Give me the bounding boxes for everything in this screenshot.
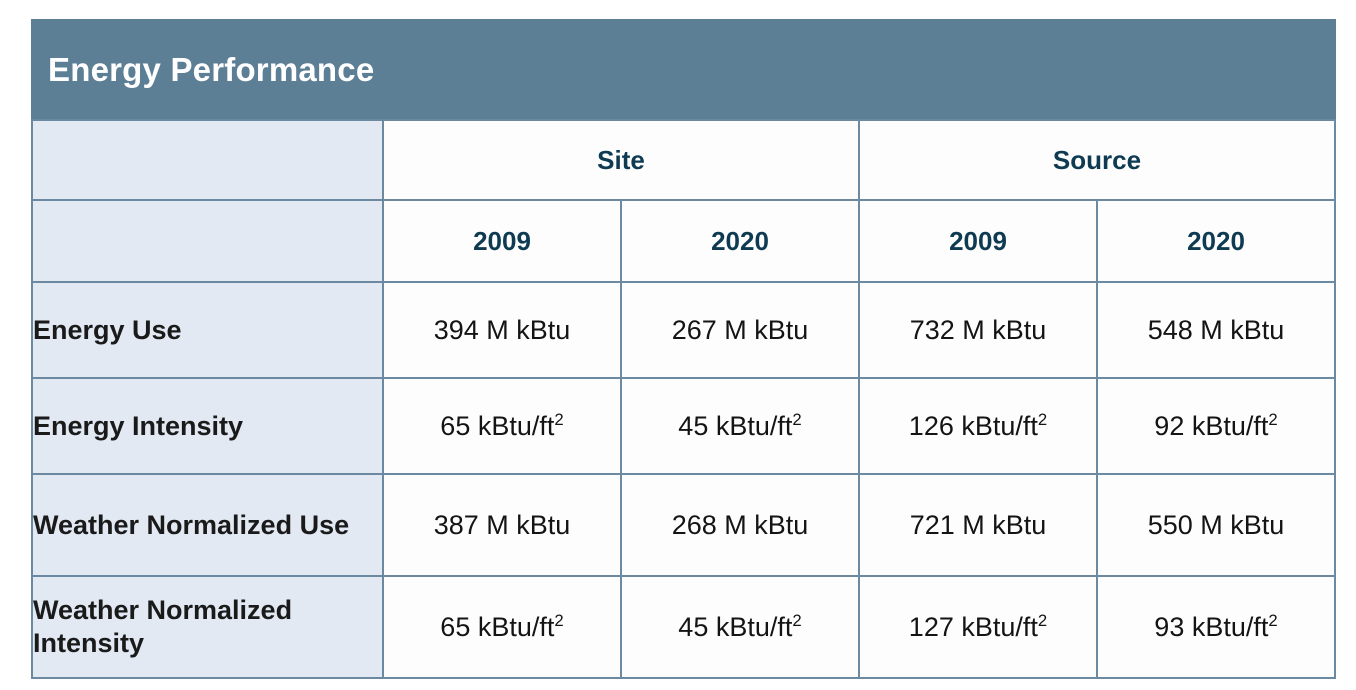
squared-exponent: 2 — [1268, 409, 1278, 429]
measurement-value: 127 kBtu/ft2 — [908, 610, 1048, 642]
year-header-row: 2009 2020 2009 2020 — [31, 199, 1336, 283]
column-group-site: Site — [382, 119, 860, 201]
card-title-band: Energy Performance — [31, 19, 1336, 119]
cell-site-2009: 394 M kBtu — [382, 281, 622, 379]
page-root: Energy Performance Site Source 2009 2020… — [0, 0, 1356, 690]
squared-exponent: 2 — [792, 409, 802, 429]
cell-site-2009: 65 kBtu/ft2 — [382, 575, 622, 679]
row-label-weather-normalized-use: Weather Normalized Use — [31, 473, 384, 577]
measurement-value: 267 M kBtu — [671, 314, 809, 345]
measurement-value: 45 kBtu/ft2 — [678, 610, 802, 642]
cell-source-2009: 732 M kBtu — [858, 281, 1098, 379]
column-group-source: Source — [858, 119, 1336, 201]
row-label-weather-normalized-intensity: Weather Normalized Intensity — [31, 575, 384, 679]
squared-exponent: 2 — [792, 610, 802, 630]
measurement-value: 92 kBtu/ft2 — [1154, 409, 1278, 441]
squared-exponent: 2 — [554, 610, 564, 630]
measurement-value: 387 M kBtu — [433, 509, 571, 540]
cell-site-2020: 268 M kBtu — [620, 473, 860, 577]
measurement-value: 65 kBtu/ft2 — [440, 610, 564, 642]
cell-source-2009: 127 kBtu/ft2 — [858, 575, 1098, 679]
cell-source-2009: 126 kBtu/ft2 — [858, 377, 1098, 475]
cell-source-2020: 93 kBtu/ft2 — [1096, 575, 1336, 679]
measurement-value: 721 M kBtu — [909, 509, 1047, 540]
column-header-site-2020: 2020 — [620, 199, 860, 283]
energy-performance-table: Site Source 2009 2020 2009 2020 Energy U… — [31, 119, 1336, 679]
cell-source-2020: 92 kBtu/ft2 — [1096, 377, 1336, 475]
measurement-value: 45 kBtu/ft2 — [678, 409, 802, 441]
cell-site-2020: 45 kBtu/ft2 — [620, 575, 860, 679]
cell-source-2020: 548 M kBtu — [1096, 281, 1336, 379]
row-label-energy-intensity: Energy Intensity — [31, 377, 384, 475]
measurement-value: 126 kBtu/ft2 — [908, 409, 1048, 441]
measurement-value: 550 M kBtu — [1147, 509, 1285, 540]
column-header-site-2009: 2009 — [382, 199, 622, 283]
cell-site-2020: 45 kBtu/ft2 — [620, 377, 860, 475]
measurement-value: 732 M kBtu — [909, 314, 1047, 345]
squared-exponent: 2 — [1268, 610, 1278, 630]
table-row: Energy Use 394 M kBtu 267 M kBtu 732 M k… — [31, 281, 1336, 379]
table-corner-cell-lower — [31, 199, 384, 283]
column-header-source-2020: 2020 — [1096, 199, 1336, 283]
table-header: Site Source 2009 2020 2009 2020 — [31, 119, 1336, 283]
cell-site-2020: 267 M kBtu — [620, 281, 860, 379]
measurement-value: 394 M kBtu — [433, 314, 571, 345]
measurement-value: 93 kBtu/ft2 — [1154, 610, 1278, 642]
cell-site-2009: 387 M kBtu — [382, 473, 622, 577]
row-label-energy-use: Energy Use — [31, 281, 384, 379]
measurement-value: 65 kBtu/ft2 — [440, 409, 564, 441]
table-body: Energy Use 394 M kBtu 267 M kBtu 732 M k… — [31, 281, 1336, 679]
squared-exponent: 2 — [1037, 610, 1048, 630]
page-title: Energy Performance — [48, 50, 375, 88]
squared-exponent: 2 — [554, 409, 564, 429]
table-row: Energy Intensity 65 kBtu/ft2 45 kBtu/ft2… — [31, 377, 1336, 475]
group-header-row: Site Source — [31, 119, 1336, 201]
column-header-source-2009: 2009 — [858, 199, 1098, 283]
cell-source-2020: 550 M kBtu — [1096, 473, 1336, 577]
measurement-value: 548 M kBtu — [1147, 314, 1285, 345]
energy-performance-card: Energy Performance Site Source 2009 2020… — [31, 19, 1336, 679]
table-corner-cell — [31, 119, 384, 201]
cell-site-2009: 65 kBtu/ft2 — [382, 377, 622, 475]
table-row: Weather Normalized Use 387 M kBtu 268 M … — [31, 473, 1336, 577]
measurement-value: 268 M kBtu — [671, 509, 809, 540]
table-row: Weather Normalized Intensity 65 kBtu/ft2… — [31, 575, 1336, 679]
cell-source-2009: 721 M kBtu — [858, 473, 1098, 577]
squared-exponent: 2 — [1037, 409, 1048, 429]
